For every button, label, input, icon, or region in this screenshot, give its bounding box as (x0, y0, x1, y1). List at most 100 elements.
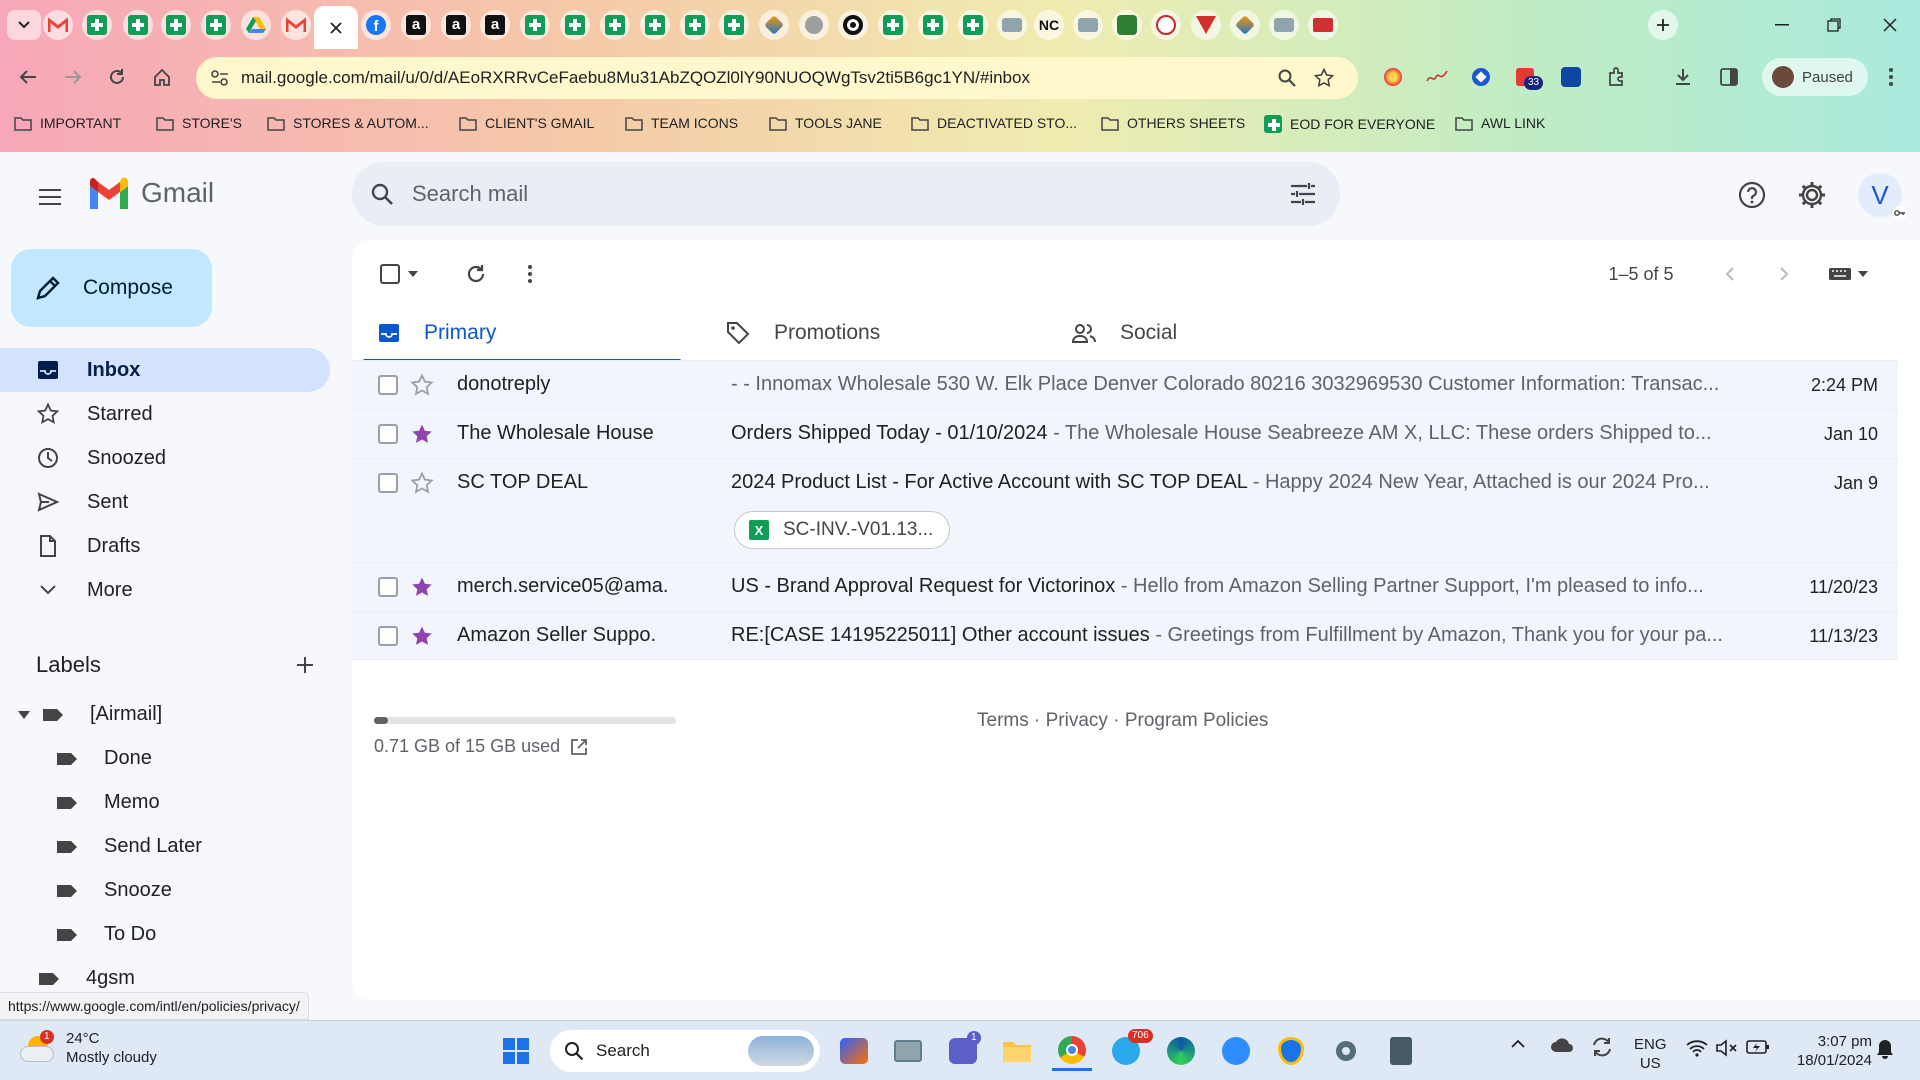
downloads-button[interactable] (1670, 64, 1696, 90)
close-tab-icon[interactable] (330, 21, 342, 34)
browser-tab[interactable] (871, 6, 915, 43)
extension-icon-2[interactable] (1424, 64, 1450, 90)
nav-sent[interactable]: Sent (0, 480, 330, 524)
browser-tab[interactable]: a (473, 6, 517, 43)
browser-tab[interactable] (1105, 6, 1149, 43)
bookmark-folder[interactable]: STORE'S (156, 115, 242, 131)
browser-tab[interactable] (752, 6, 796, 43)
browser-tab[interactable] (831, 6, 875, 43)
browser-tab[interactable] (1301, 6, 1345, 43)
browser-tab[interactable] (274, 6, 318, 43)
browser-tab[interactable] (234, 6, 278, 43)
browser-tab[interactable] (1066, 6, 1110, 43)
browser-tab[interactable] (36, 6, 80, 43)
row-checkbox[interactable] (378, 473, 398, 493)
browser-tab[interactable] (553, 6, 597, 43)
email-row[interactable]: merch.service05@ama. US - Brand Approval… (352, 562, 1898, 611)
network-tray[interactable] (1686, 1039, 1708, 1057)
taskbar-app-telegram[interactable]: 706 (1106, 1029, 1153, 1071)
star-icon[interactable] (410, 422, 434, 446)
sync-tray[interactable] (1590, 1035, 1614, 1059)
volume-tray[interactable] (1716, 1039, 1738, 1057)
taskbar-app-desktop[interactable] (888, 1031, 928, 1071)
row-checkbox[interactable] (378, 577, 398, 597)
start-button[interactable] (496, 1031, 536, 1071)
tab-promotions[interactable]: Promotions (726, 306, 880, 360)
extension-icon-3[interactable] (1468, 64, 1494, 90)
label-snooze[interactable]: Snooze (56, 879, 172, 902)
open-external-icon[interactable] (570, 738, 588, 756)
tab-social[interactable]: Social (1072, 306, 1177, 360)
browser-tab[interactable] (194, 6, 238, 43)
bookmark-folder[interactable]: TOOLS JANE (769, 115, 882, 131)
newer-button[interactable] (1710, 254, 1750, 294)
browser-tab[interactable]: f (354, 6, 398, 43)
program-policies-link[interactable]: Program Policies (1125, 710, 1269, 731)
bookmark-folder[interactable]: TEAM ICONS (625, 115, 738, 131)
taskbar-app-edge[interactable] (1161, 1031, 1201, 1071)
label-done[interactable]: Done (56, 747, 152, 770)
label-4gsm[interactable]: 4gsm (38, 967, 135, 990)
more-actions-button[interactable] (510, 254, 550, 294)
label-memo[interactable]: Memo (56, 791, 160, 814)
browser-tab[interactable] (951, 6, 995, 43)
browser-tab[interactable] (673, 6, 717, 43)
email-row[interactable]: Amazon Seller Suppo. RE:[CASE 1419522501… (352, 611, 1898, 660)
browser-menu-button[interactable] (1878, 64, 1904, 90)
label-to-do[interactable]: To Do (56, 923, 156, 946)
input-tools-button[interactable] (1818, 254, 1878, 294)
star-icon[interactable] (410, 575, 434, 599)
nav-inbox[interactable]: Inbox (0, 348, 330, 392)
add-label-icon[interactable] (295, 655, 315, 675)
browser-tab[interactable] (75, 6, 119, 43)
taskbar-app-teams[interactable]: 1 (943, 1031, 983, 1071)
extension-icon-4[interactable]: 33 (1512, 64, 1544, 90)
address-bar[interactable]: mail.google.com/mail/u/0/d/AEoRXRRvCeFae… (196, 57, 1358, 99)
bookmark-folder[interactable]: IMPORTANT (14, 115, 121, 131)
battery-tray[interactable] (1746, 1039, 1770, 1055)
taskbar-app-explorer[interactable] (997, 1031, 1037, 1071)
active-tab[interactable] (314, 6, 358, 49)
older-button[interactable] (1764, 254, 1804, 294)
browser-tab[interactable] (712, 6, 756, 43)
email-row[interactable]: The Wholesale House Orders Shipped Today… (352, 409, 1898, 458)
nav-snoozed[interactable]: Snoozed (0, 436, 330, 480)
bookmark-link[interactable]: EOD FOR EVERYONE (1264, 115, 1435, 133)
language-indicator[interactable]: ENG US (1634, 1035, 1667, 1073)
browser-tab[interactable] (633, 6, 677, 43)
bookmark-folder[interactable]: AWL LINK (1455, 115, 1545, 131)
email-row[interactable]: donotreply - - Innomax Wholesale 530 W. … (352, 360, 1898, 409)
taskbar-search[interactable]: Search (550, 1030, 820, 1072)
extensions-button[interactable] (1604, 64, 1630, 90)
account-avatar[interactable]: V (1858, 173, 1908, 221)
browser-tab[interactable]: a (394, 6, 438, 43)
browser-tab[interactable] (911, 6, 955, 43)
browser-tab[interactable] (1262, 6, 1306, 43)
browser-tab[interactable] (154, 6, 198, 43)
zoom-icon[interactable] (1278, 69, 1296, 87)
row-checkbox[interactable] (378, 424, 398, 444)
privacy-link[interactable]: Privacy (1046, 710, 1108, 731)
select-all-dropdown[interactable] (372, 254, 426, 294)
browser-tab[interactable] (513, 6, 557, 43)
taskbar-app-chrome[interactable] (1052, 1031, 1092, 1071)
refresh-button[interactable] (456, 254, 496, 294)
taskbar-app-design[interactable] (834, 1031, 874, 1071)
new-tab-button[interactable] (1641, 6, 1685, 43)
nav-starred[interactable]: Starred (0, 392, 330, 436)
search-icon[interactable] (370, 182, 394, 206)
attachment-chip[interactable]: X SC-INV.-V01.13... (734, 511, 951, 549)
terms-link[interactable]: Terms (977, 710, 1029, 731)
bookmark-folder[interactable]: DEACTIVATED STO... (911, 115, 1077, 131)
browser-tab[interactable] (1184, 6, 1228, 43)
star-icon[interactable] (410, 373, 434, 397)
main-menu-button[interactable] (30, 177, 70, 217)
site-info-icon[interactable] (211, 70, 229, 86)
caret-down-icon[interactable] (18, 710, 30, 719)
show-hidden-icons[interactable] (1510, 1039, 1526, 1049)
taskbar-app-vpn[interactable] (1271, 1031, 1311, 1071)
row-checkbox[interactable] (378, 626, 398, 646)
support-button[interactable] (1732, 175, 1772, 215)
nav-more[interactable]: More (0, 568, 330, 612)
compose-button[interactable]: Compose (11, 249, 212, 327)
